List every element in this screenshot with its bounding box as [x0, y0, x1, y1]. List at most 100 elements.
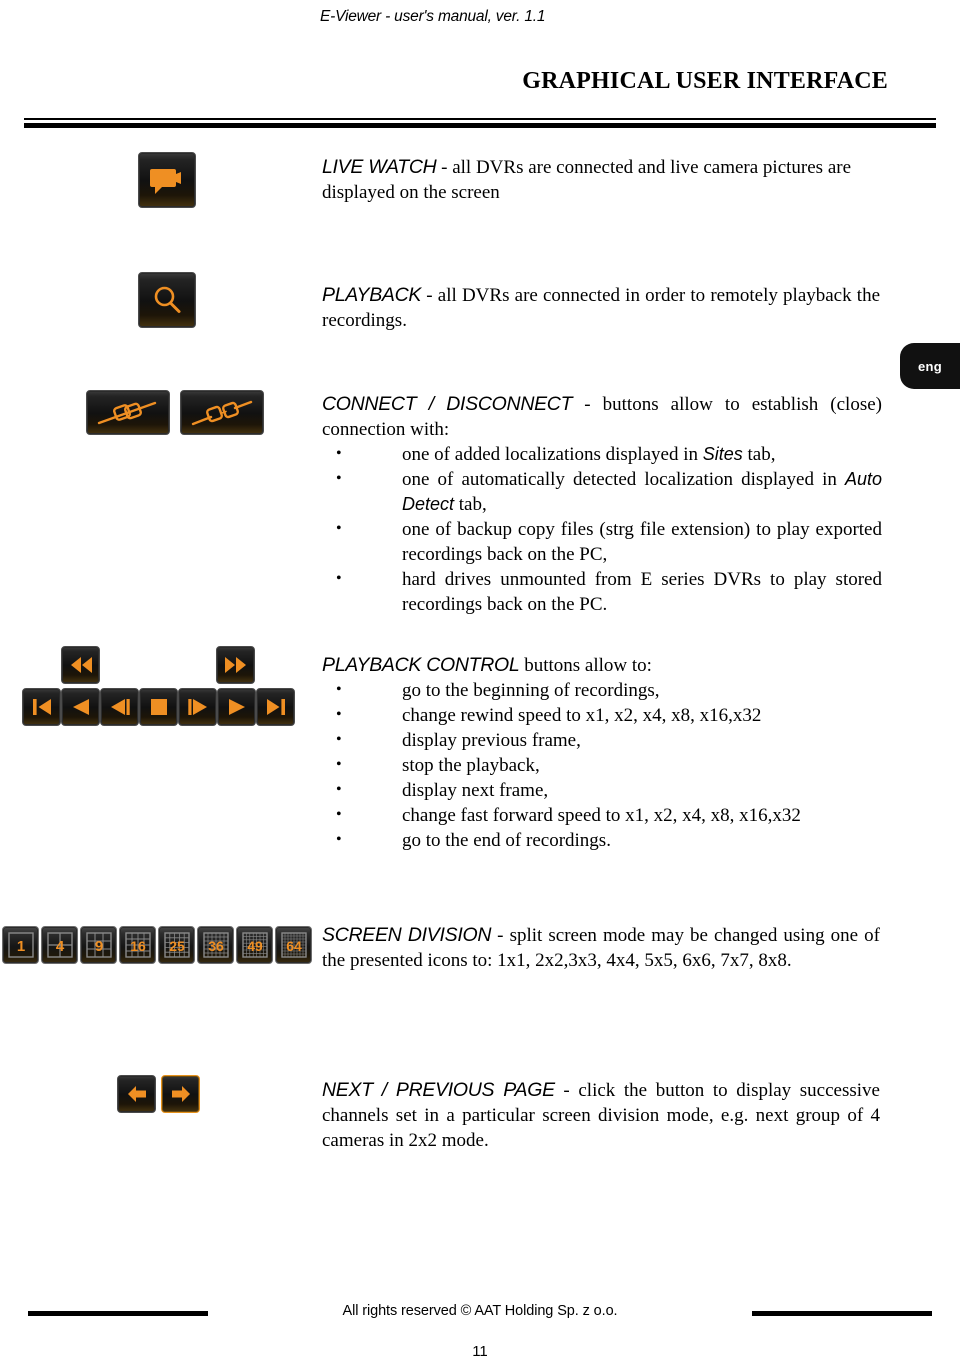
magnifier-icon[interactable]: [138, 272, 196, 328]
svg-text:49: 49: [247, 938, 263, 954]
list-item: hard drives unmounted from E series DVRs…: [322, 566, 882, 617]
svg-text:1: 1: [16, 938, 24, 955]
bullet-text: display previous frame,: [402, 730, 581, 751]
play-icon[interactable]: [217, 688, 256, 726]
rewind-icon[interactable]: [61, 646, 100, 684]
play-reverse-glyph: [62, 689, 99, 725]
live-watch-lead: LIVE WATCH: [322, 156, 437, 178]
bullet-text: stop the playback,: [402, 755, 540, 776]
svg-text:4: 4: [55, 938, 64, 955]
bullet-text: hard drives unmounted from E series DVRs…: [402, 569, 882, 615]
page-title: GRAPHICAL USER INTERFACE: [522, 68, 888, 94]
screen-division-lead: SCREEN DIVISION: [322, 924, 492, 946]
screen-division-25-icon[interactable]: 25: [158, 926, 195, 964]
title-divider: [24, 118, 936, 128]
page-number: 11: [472, 1343, 488, 1360]
chain-broken-glyph: [181, 391, 263, 434]
section-playback-text: PLAYBACK - all DVRs are connected in ord…: [322, 283, 880, 333]
skip-to-end-icon[interactable]: [256, 688, 295, 726]
play-reverse-icon[interactable]: [61, 688, 100, 726]
running-header: E-Viewer - user's manual, ver. 1.1: [320, 8, 546, 25]
arrow-left-icon[interactable]: [117, 1075, 156, 1113]
screen-division-64-icon[interactable]: 64: [275, 926, 312, 964]
skip-to-start-glyph: [23, 689, 60, 725]
step-back-icon[interactable]: [100, 688, 139, 726]
bullet-text: display next frame,: [402, 780, 549, 801]
svg-text:9: 9: [94, 938, 102, 955]
list-item: go to the end of recordings.: [322, 827, 882, 853]
screen-division-1-glyph: 1: [3, 927, 38, 963]
svg-text:16: 16: [130, 938, 146, 954]
list-item: display previous frame,: [322, 727, 882, 753]
chain-broken-icon[interactable]: [180, 390, 264, 435]
svg-text:64: 64: [286, 938, 302, 954]
list-item: display next frame,: [322, 777, 882, 803]
fast-forward-icon[interactable]: [216, 646, 255, 684]
svg-text:25: 25: [169, 938, 185, 954]
screen-division-16-icon[interactable]: 16: [119, 926, 156, 964]
magnifier-glyph: [139, 273, 195, 327]
screen-division-36-icon[interactable]: 36: [197, 926, 234, 964]
playback-control-intro: PLAYBACK CONTROL buttons allow to:: [322, 653, 882, 678]
bullet-emphasis: Sites: [702, 444, 743, 464]
step-forward-glyph: [179, 689, 216, 725]
list-item: stop the playback,: [322, 752, 882, 778]
footer-rule-right: [752, 1311, 932, 1316]
screen-division-4-icon[interactable]: 4: [41, 926, 78, 964]
bullet-text-tail: tab,: [454, 494, 487, 515]
section-playback-control-text: PLAYBACK CONTROL buttons allow to: go to…: [322, 653, 882, 853]
skip-to-start-icon[interactable]: [22, 688, 61, 726]
screen-division-25-glyph: 25: [159, 927, 194, 963]
list-item: one of added localizations displayed in …: [322, 441, 882, 467]
screen-division-36-glyph: 36: [198, 927, 233, 963]
connect-bullet-list: one of added localizations displayed in …: [322, 441, 882, 617]
language-tab-eng[interactable]: eng: [900, 343, 960, 389]
chain-linked-icon[interactable]: [86, 390, 170, 435]
playback-lead: PLAYBACK: [322, 284, 422, 306]
section-live-watch-text: LIVE WATCH - all DVRs are connected and …: [322, 155, 880, 205]
stop-icon[interactable]: [139, 688, 178, 726]
screen-division-64-glyph: 64: [276, 927, 311, 963]
rewind-glyph: [62, 647, 99, 683]
playback-control-body: buttons allow to:: [519, 655, 652, 676]
play-glyph: [218, 689, 255, 725]
screen-division-9-icon[interactable]: 9: [80, 926, 117, 964]
screen-division-49-glyph: 49: [237, 927, 272, 963]
arrow-left-glyph: [118, 1076, 155, 1112]
next-previous-lead: NEXT / PREVIOUS PAGE: [322, 1079, 555, 1101]
camera-icon[interactable]: [138, 152, 196, 208]
screen-division-16-glyph: 16: [120, 927, 155, 963]
bullet-text: change rewind speed to x1, x2, x4, x8, x…: [402, 705, 762, 726]
chain-linked-glyph: [87, 391, 169, 434]
svg-text:36: 36: [208, 938, 224, 954]
screen-division-1-icon[interactable]: 1: [2, 926, 39, 964]
screen-division-49-icon[interactable]: 49: [236, 926, 273, 964]
bullet-text: change fast forward speed to x1, x2, x4,…: [402, 805, 801, 826]
bullet-text-tail: tab,: [742, 444, 776, 465]
list-item: one of backup copy files (strg file exte…: [322, 516, 882, 567]
screen-division-4-glyph: 4: [42, 927, 77, 963]
bullet-text: go to the end of recordings.: [402, 830, 611, 851]
fast-forward-glyph: [217, 647, 254, 683]
section-screen-division-text: SCREEN DIVISION - split screen mode may …: [322, 923, 880, 973]
bullet-text: one of automatically detected localizati…: [402, 469, 845, 490]
step-back-glyph: [101, 689, 138, 725]
connect-intro: CONNECT / DISCONNECT - buttons allow to …: [322, 392, 882, 442]
section-connect-text: CONNECT / DISCONNECT - buttons allow to …: [322, 392, 882, 617]
playback-control-bullet-list: go to the beginning of recordings, chang…: [322, 677, 882, 853]
skip-to-end-glyph: [257, 689, 294, 725]
list-item: change fast forward speed to x1, x2, x4,…: [322, 802, 882, 828]
bullet-text: one of added localizations displayed in: [402, 444, 703, 465]
arrow-right-icon[interactable]: [161, 1075, 200, 1113]
connect-lead: CONNECT / DISCONNECT: [322, 393, 573, 415]
list-item: go to the beginning of recordings,: [322, 677, 882, 703]
arrow-right-glyph: [162, 1076, 199, 1112]
list-item: change rewind speed to x1, x2, x4, x8, x…: [322, 702, 882, 728]
camera-glyph: [139, 153, 195, 207]
step-forward-icon[interactable]: [178, 688, 217, 726]
section-next-previous-text: NEXT / PREVIOUS PAGE - click the button …: [322, 1078, 880, 1153]
stop-glyph: [140, 689, 177, 725]
bullet-text: go to the beginning of recordings,: [402, 680, 660, 701]
bullet-text: one of backup copy files (strg file exte…: [402, 519, 882, 565]
screen-division-9-glyph: 9: [81, 927, 116, 963]
